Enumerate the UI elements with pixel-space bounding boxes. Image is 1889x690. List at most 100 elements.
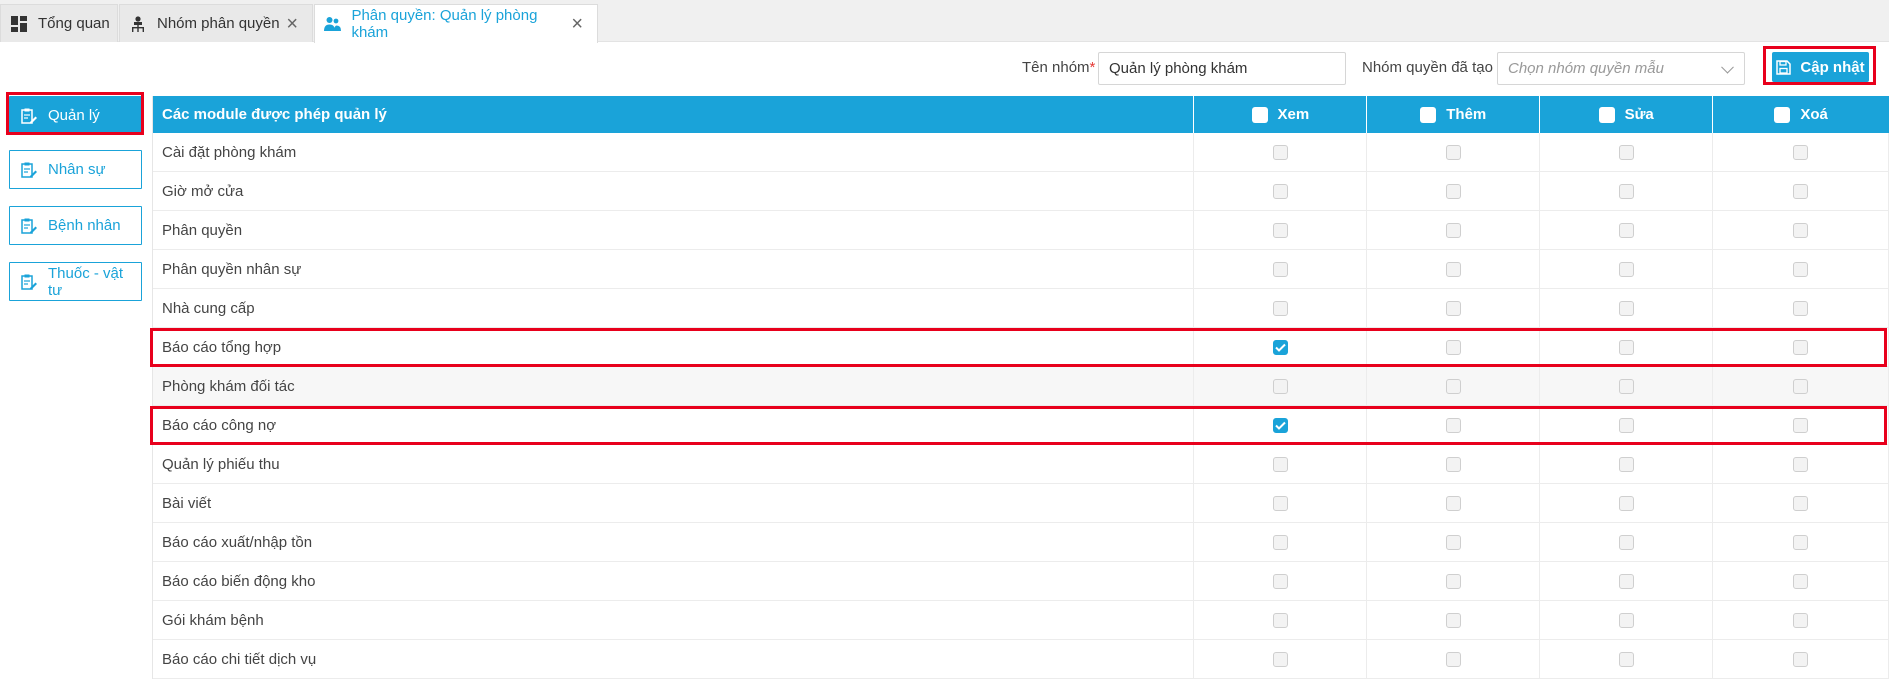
add-permission-checkbox[interactable]	[1445, 573, 1461, 589]
add-permission-checkbox[interactable]	[1445, 300, 1461, 316]
add-permission-checkbox[interactable]	[1445, 456, 1461, 472]
delete-permission-checkbox[interactable]	[1793, 183, 1809, 199]
edit-permission-checkbox[interactable]	[1618, 222, 1634, 238]
tab-overview[interactable]: Tổng quan	[0, 4, 118, 42]
edit-permission-checkbox[interactable]	[1618, 651, 1634, 667]
delete-permission-checkbox[interactable]	[1793, 378, 1809, 394]
view-permission-checkbox[interactable]	[1272, 222, 1288, 238]
table-row: Bài viết	[153, 484, 1889, 523]
delete-permission-checkbox[interactable]	[1793, 573, 1809, 589]
permission-cell-edit	[1540, 172, 1714, 210]
add-permission-checkbox[interactable]	[1445, 222, 1461, 238]
view-permission-checkbox[interactable]	[1272, 534, 1288, 550]
permission-cell-delete	[1713, 562, 1889, 600]
view-permission-checkbox[interactable]	[1272, 144, 1288, 160]
group-name-input[interactable]: Quản lý phòng khám	[1098, 52, 1346, 85]
edit-permission-checkbox[interactable]	[1618, 339, 1634, 355]
module-name: Cài đặt phòng khám	[153, 133, 1195, 171]
delete-permission-checkbox[interactable]	[1793, 300, 1809, 316]
sidebar-item-label: Bệnh nhân	[48, 217, 121, 234]
table-row: Gói khám bệnh	[153, 601, 1889, 640]
update-button[interactable]: Cập nhật	[1772, 52, 1869, 82]
dashboard-icon	[10, 15, 28, 33]
view-permission-checkbox[interactable]	[1272, 417, 1288, 433]
permission-cell-add	[1367, 445, 1541, 483]
delete-permission-checkbox[interactable]	[1793, 534, 1809, 550]
select-all-edit-checkbox[interactable]	[1598, 106, 1615, 123]
permission-cell-delete	[1713, 406, 1889, 444]
permission-cell-edit	[1540, 640, 1714, 678]
view-permission-checkbox[interactable]	[1272, 573, 1288, 589]
delete-permission-checkbox[interactable]	[1793, 612, 1809, 628]
edit-permission-checkbox[interactable]	[1618, 417, 1634, 433]
view-permission-checkbox[interactable]	[1272, 378, 1288, 394]
add-permission-checkbox[interactable]	[1445, 651, 1461, 667]
permission-cell-add	[1367, 250, 1541, 288]
view-permission-checkbox[interactable]	[1272, 612, 1288, 628]
group-name-value: Quản lý phòng khám	[1109, 60, 1248, 77]
view-permission-checkbox[interactable]	[1272, 456, 1288, 472]
permission-cell-view	[1194, 211, 1368, 249]
edit-permission-checkbox[interactable]	[1618, 456, 1634, 472]
edit-permission-checkbox[interactable]	[1618, 378, 1634, 394]
delete-permission-checkbox[interactable]	[1793, 417, 1809, 433]
view-permission-checkbox[interactable]	[1272, 651, 1288, 667]
edit-permission-checkbox[interactable]	[1618, 261, 1634, 277]
delete-permission-checkbox[interactable]	[1793, 144, 1809, 160]
module-name: Báo cáo chi tiết dịch vụ	[153, 640, 1195, 678]
view-permission-checkbox[interactable]	[1272, 183, 1288, 199]
add-permission-checkbox[interactable]	[1445, 183, 1461, 199]
permission-cell-edit	[1540, 484, 1714, 522]
close-icon[interactable]: ×	[571, 14, 583, 34]
permission-cell-edit	[1540, 406, 1714, 444]
view-permission-checkbox[interactable]	[1272, 300, 1288, 316]
select-all-view-checkbox[interactable]	[1251, 106, 1268, 123]
delete-permission-checkbox[interactable]	[1793, 651, 1809, 667]
select-all-delete-checkbox[interactable]	[1774, 106, 1791, 123]
permission-cell-add	[1367, 562, 1541, 600]
view-permission-checkbox[interactable]	[1272, 495, 1288, 511]
column-header-delete: Xoá	[1713, 96, 1889, 133]
sidebar-item-patients[interactable]: Bệnh nhân	[9, 206, 142, 245]
permission-table: Các module được phép quản lý Xem Thêm Sử…	[152, 96, 1889, 679]
add-permission-checkbox[interactable]	[1445, 144, 1461, 160]
edit-permission-checkbox[interactable]	[1618, 573, 1634, 589]
delete-permission-checkbox[interactable]	[1793, 495, 1809, 511]
clipboard-edit-icon	[20, 161, 38, 179]
edit-permission-checkbox[interactable]	[1618, 300, 1634, 316]
add-permission-checkbox[interactable]	[1445, 378, 1461, 394]
module-name: Quản lý phiếu thu	[153, 445, 1195, 483]
delete-permission-checkbox[interactable]	[1793, 222, 1809, 238]
view-permission-checkbox[interactable]	[1272, 339, 1288, 355]
sidebar-item-management[interactable]: Quản lý	[9, 96, 142, 135]
chevron-down-icon	[1721, 60, 1734, 74]
add-permission-checkbox[interactable]	[1445, 534, 1461, 550]
column-header-add: Thêm	[1367, 96, 1541, 133]
edit-permission-checkbox[interactable]	[1618, 144, 1634, 160]
close-icon[interactable]: ×	[286, 14, 298, 34]
permission-cell-view	[1194, 172, 1368, 210]
tab-permission-groups[interactable]: Nhóm phân quyền ×	[119, 4, 313, 42]
add-permission-checkbox[interactable]	[1445, 612, 1461, 628]
add-permission-checkbox[interactable]	[1445, 339, 1461, 355]
edit-permission-checkbox[interactable]	[1618, 495, 1634, 511]
delete-permission-checkbox[interactable]	[1793, 456, 1809, 472]
select-all-add-checkbox[interactable]	[1420, 106, 1437, 123]
add-permission-checkbox[interactable]	[1445, 261, 1461, 277]
edit-permission-checkbox[interactable]	[1618, 183, 1634, 199]
delete-permission-checkbox[interactable]	[1793, 261, 1809, 277]
edit-permission-checkbox[interactable]	[1618, 534, 1634, 550]
delete-permission-checkbox[interactable]	[1793, 339, 1809, 355]
module-name: Báo cáo biến động kho	[153, 562, 1195, 600]
sidebar-item-medicine-supplies[interactable]: Thuốc - vật tư	[9, 262, 142, 301]
table-row: Phân quyền	[153, 211, 1889, 250]
template-group-select[interactable]: Chọn nhóm quyền mẫu	[1497, 52, 1745, 85]
view-permission-checkbox[interactable]	[1272, 261, 1288, 277]
sidebar-item-label: Nhân sự	[48, 161, 106, 178]
edit-permission-checkbox[interactable]	[1618, 612, 1634, 628]
add-permission-checkbox[interactable]	[1445, 495, 1461, 511]
sidebar-item-staff[interactable]: Nhân sự	[9, 150, 142, 189]
column-header-edit: Sửa	[1540, 96, 1714, 133]
tab-permission-detail[interactable]: Phân quyền: Quản lý phòng khám ×	[314, 4, 598, 43]
add-permission-checkbox[interactable]	[1445, 417, 1461, 433]
